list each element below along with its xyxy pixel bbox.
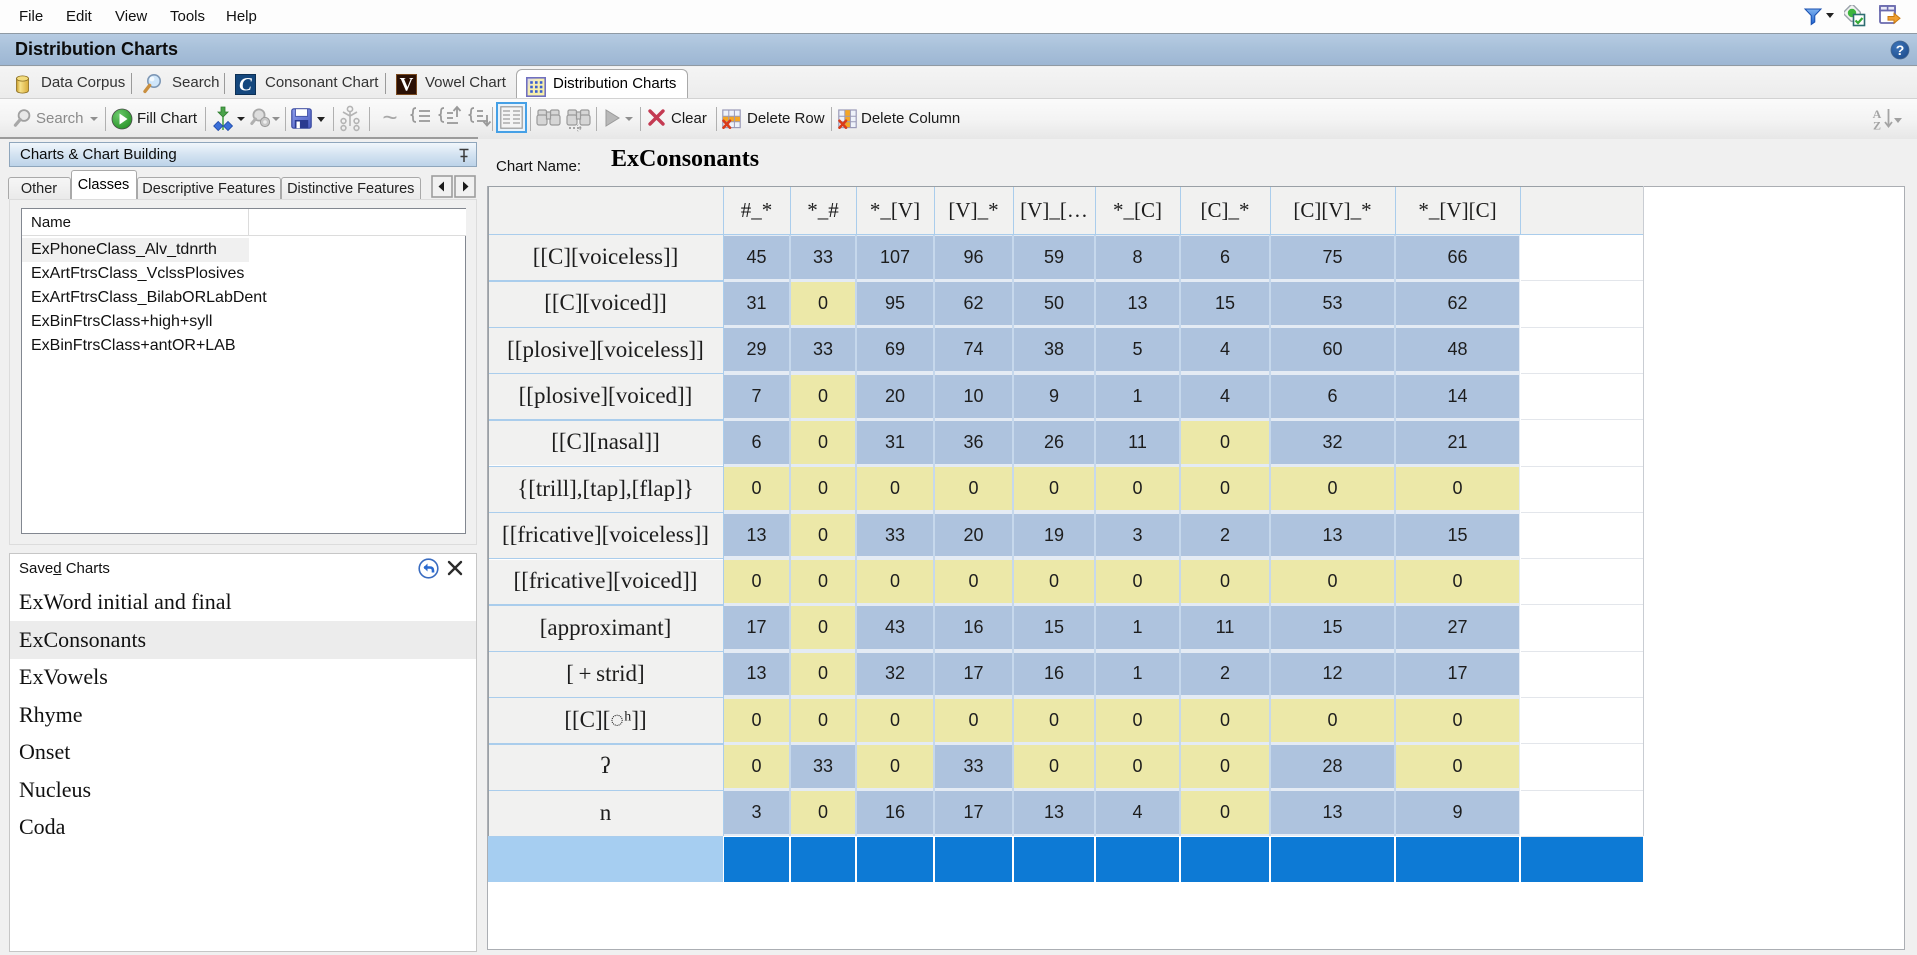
- svg-text:?: ?: [1896, 42, 1905, 58]
- svg-text:V: V: [400, 75, 414, 96]
- svg-text:Z: Z: [1873, 119, 1881, 133]
- svg-text:C: C: [239, 75, 252, 96]
